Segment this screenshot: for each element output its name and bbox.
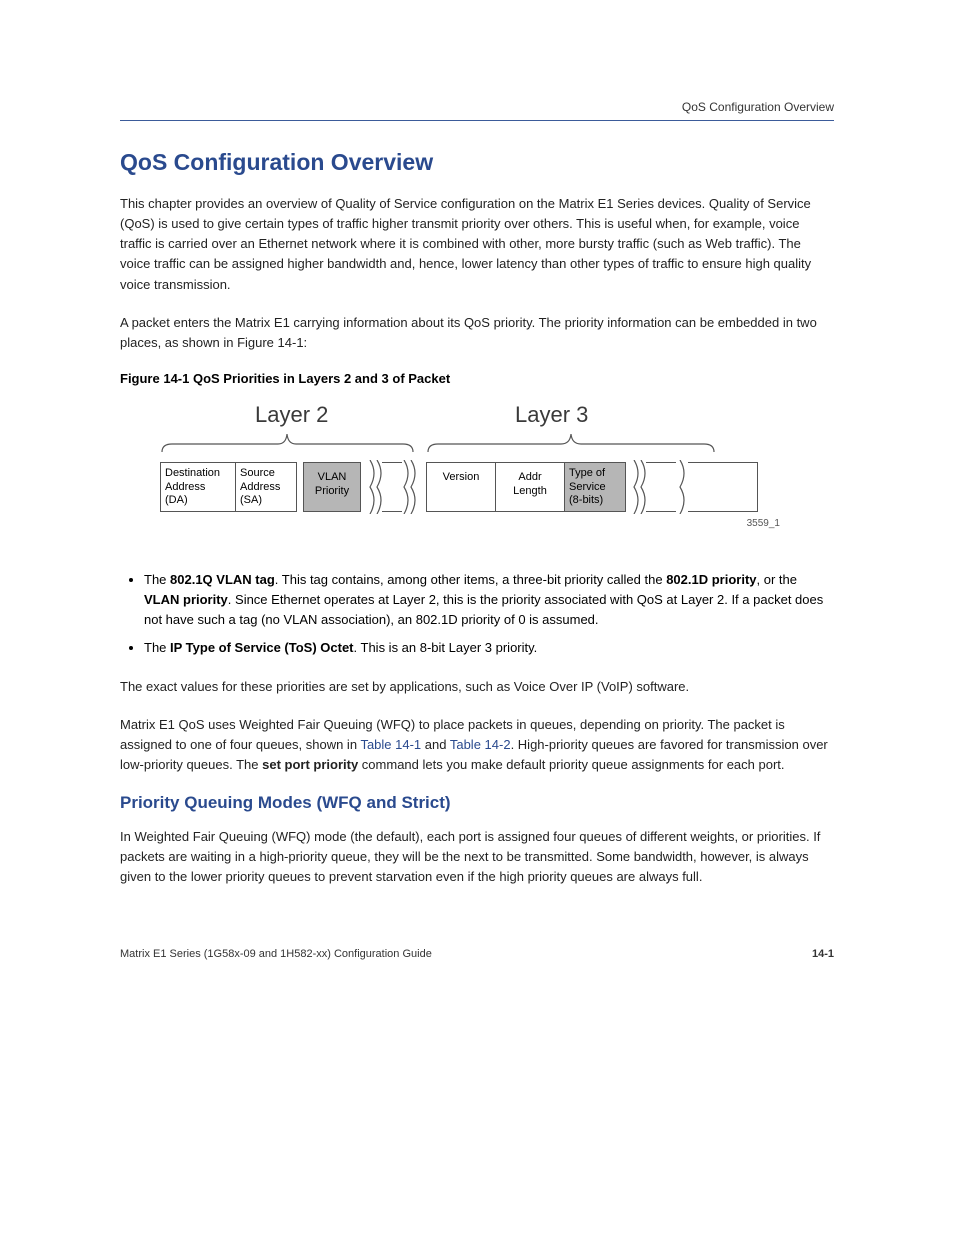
- cell-vlan-priority: VLAN Priority: [303, 462, 361, 512]
- page-number: 14-1: [812, 948, 834, 960]
- figure-id: 3559_1: [747, 518, 780, 529]
- breadcrumb: QoS Configuration Overview: [120, 100, 834, 114]
- cell-da: Destination Address (DA): [160, 462, 236, 512]
- footer-doc-title: Matrix E1 Series (1G58x-09 and 1H582-xx)…: [120, 948, 432, 960]
- section-title: QoS Configuration Overview: [120, 149, 834, 176]
- term-vlan-priority: VLAN priority: [144, 592, 228, 607]
- break-3: [630, 460, 646, 514]
- footer: Matrix E1 Series (1G58x-09 and 1H582-xx)…: [120, 948, 834, 960]
- brace-layer3: [426, 432, 716, 454]
- bullet-1: The 802.1Q VLAN tag. This tag contains, …: [144, 570, 834, 630]
- figure-caption: Figure 14-1 QoS Priorities in Layers 2 a…: [120, 371, 834, 386]
- layer2-label: Layer 2: [255, 402, 328, 428]
- layer3-label: Layer 3: [515, 402, 588, 428]
- cell-version: Version: [426, 462, 496, 512]
- cell-tos: Type of Service (8-bits): [564, 462, 626, 512]
- divider: [120, 120, 834, 121]
- para-applications: The exact values for these priorities ar…: [120, 677, 834, 697]
- term-8021d: 802.1D priority: [666, 572, 756, 587]
- page: QoS Configuration Overview QoS Configura…: [0, 0, 954, 1040]
- link-table-14-1[interactable]: Table 14-1: [360, 737, 421, 752]
- spacer-1: [382, 462, 402, 512]
- spacer-3: [688, 462, 758, 512]
- para-wfq: Matrix E1 QoS uses Weighted Fair Queuing…: [120, 715, 834, 775]
- intro-paragraph-2: A packet enters the Matrix E1 carrying i…: [120, 313, 834, 353]
- break-2: [400, 460, 416, 514]
- spacer-2: [646, 462, 676, 512]
- term-8021q: 802.1Q VLAN tag: [170, 572, 275, 587]
- intro-paragraph-1: This chapter provides an overview of Qua…: [120, 194, 834, 295]
- bullet-2: The IP Type of Service (ToS) Octet. This…: [144, 638, 834, 658]
- subheading-queuing-modes: Priority Queuing Modes (WFQ and Strict): [120, 793, 834, 813]
- brace-layer2: [160, 432, 415, 454]
- para-queuing: In Weighted Fair Queuing (WFQ) mode (the…: [120, 827, 834, 887]
- cell-sa: Source Address (SA): [235, 462, 297, 512]
- cmd-set-port-priority: set port priority: [262, 757, 358, 772]
- break-1: [366, 460, 382, 514]
- link-table-14-2[interactable]: Table 14-2: [450, 737, 511, 752]
- cell-addr-length: Addr Length: [495, 462, 565, 512]
- bullet-list: The 802.1Q VLAN tag. This tag contains, …: [120, 570, 834, 659]
- term-ip-tos: IP Type of Service (ToS) Octet: [170, 640, 354, 655]
- figure-14-1: Layer 2 Layer 3 Destination Address (DA)…: [160, 402, 780, 562]
